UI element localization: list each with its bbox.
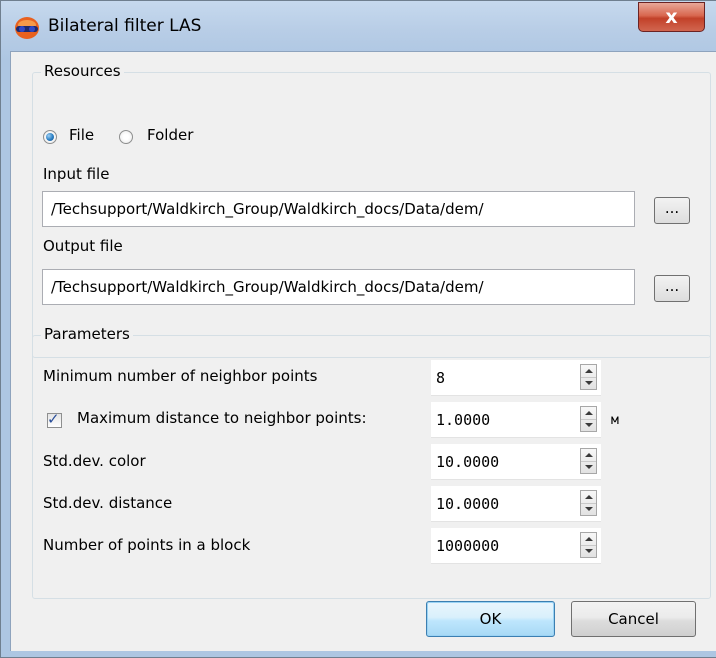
resources-group-title: Resources: [41, 62, 124, 80]
std-dev-color-label: Std.dev. color: [43, 452, 146, 470]
folder-radio-label[interactable]: Folder: [147, 126, 193, 144]
points-per-block-input[interactable]: 1000000: [431, 528, 601, 564]
std-dev-distance-label: Std.dev. distance: [43, 494, 173, 512]
checkmark-icon: ✓: [47, 410, 60, 428]
output-browse-button[interactable]: ...: [654, 275, 690, 302]
resources-group: Resources File Folder Input file /Techsu…: [32, 62, 711, 358]
max-distance-checkbox[interactable]: ✓: [47, 410, 62, 428]
title-bar[interactable]: Bilateral filter LAS x: [1, 1, 716, 51]
max-distance-spinner[interactable]: [580, 406, 597, 432]
min-neighbors-input[interactable]: 8: [431, 360, 601, 396]
points-per-block-spinner[interactable]: [580, 532, 597, 558]
parameters-group: Parameters Minimum number of neighbor po…: [32, 325, 711, 599]
spin-down-icon[interactable]: [581, 419, 596, 431]
std-dev-color-spinner[interactable]: [580, 448, 597, 474]
input-file-label: Input file: [43, 165, 110, 183]
std-dev-distance-input[interactable]: 10.0000: [431, 486, 601, 522]
spin-down-icon[interactable]: [581, 461, 596, 473]
spin-down-icon[interactable]: [581, 377, 596, 389]
close-icon: x: [665, 6, 678, 28]
std-dev-color-input[interactable]: 10.0000: [431, 444, 601, 480]
min-neighbors-label: Minimum number of neighbor points: [43, 367, 318, 385]
spin-down-icon[interactable]: [581, 503, 596, 515]
window-title: Bilateral filter LAS: [48, 16, 202, 36]
dialog-body: Resources File Folder Input file /Techsu…: [10, 51, 716, 651]
max-distance-input[interactable]: 1.0000: [431, 402, 601, 438]
cancel-button[interactable]: Cancel: [571, 601, 696, 637]
dialog-window: Bilateral filter LAS x Resources File Fo…: [0, 0, 716, 658]
points-per-block-label: Number of points in a block: [43, 536, 251, 554]
max-distance-unit: м: [611, 413, 619, 428]
output-file-label: Output file: [43, 237, 123, 255]
input-file-field[interactable]: /Techsupport/Waldkirch_Group/Waldkirch_d…: [42, 191, 635, 227]
max-distance-label[interactable]: Maximum distance to neighbor points:: [77, 409, 367, 427]
output-file-field[interactable]: /Techsupport/Waldkirch_Group/Waldkirch_d…: [42, 269, 635, 305]
std-dev-distance-spinner[interactable]: [580, 490, 597, 516]
file-radio-label[interactable]: File: [69, 126, 94, 144]
ok-button[interactable]: OK: [426, 601, 555, 637]
folder-radio[interactable]: [119, 130, 133, 144]
close-button[interactable]: x: [638, 2, 705, 32]
parameters-group-title: Parameters: [41, 325, 133, 343]
spin-down-icon[interactable]: [581, 545, 596, 557]
min-neighbors-spinner[interactable]: [580, 364, 597, 390]
input-browse-button[interactable]: ...: [654, 197, 690, 224]
app-icon: [15, 17, 39, 39]
file-radio[interactable]: [43, 130, 57, 144]
